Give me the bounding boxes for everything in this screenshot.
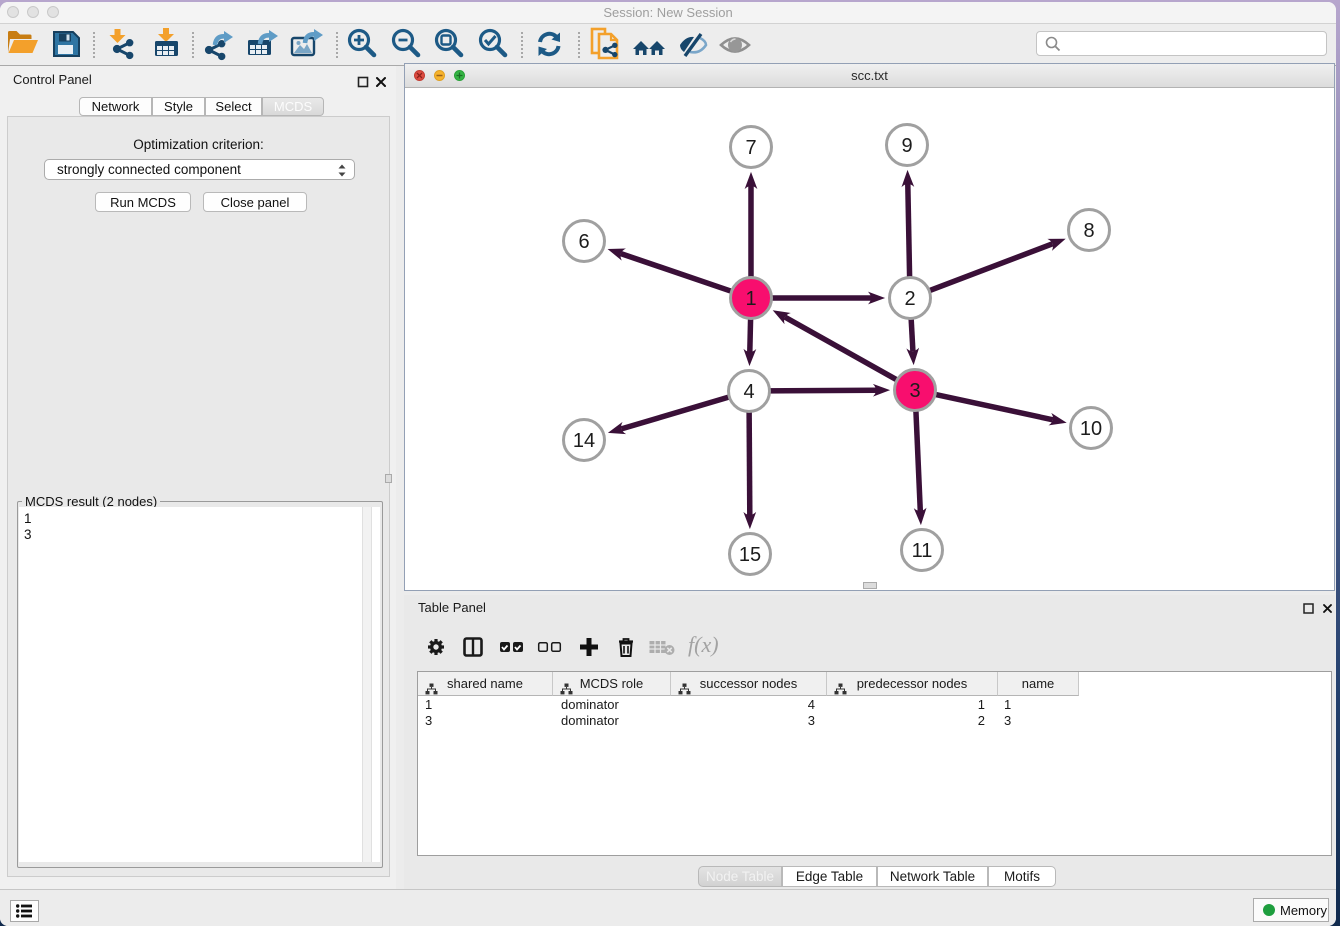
svg-text:3: 3 [909,380,920,402]
svg-text:6: 6 [578,231,589,253]
svg-text:11: 11 [912,540,933,562]
svg-text:15: 15 [739,544,761,566]
svg-text:2: 2 [904,288,915,310]
svg-text:9: 9 [901,135,912,157]
svg-text:8: 8 [1083,220,1094,242]
svg-text:14: 14 [573,430,595,452]
svg-text:10: 10 [1080,418,1102,440]
svg-text:7: 7 [745,137,756,159]
svg-text:1: 1 [745,288,756,310]
svg-text:4: 4 [743,381,754,403]
